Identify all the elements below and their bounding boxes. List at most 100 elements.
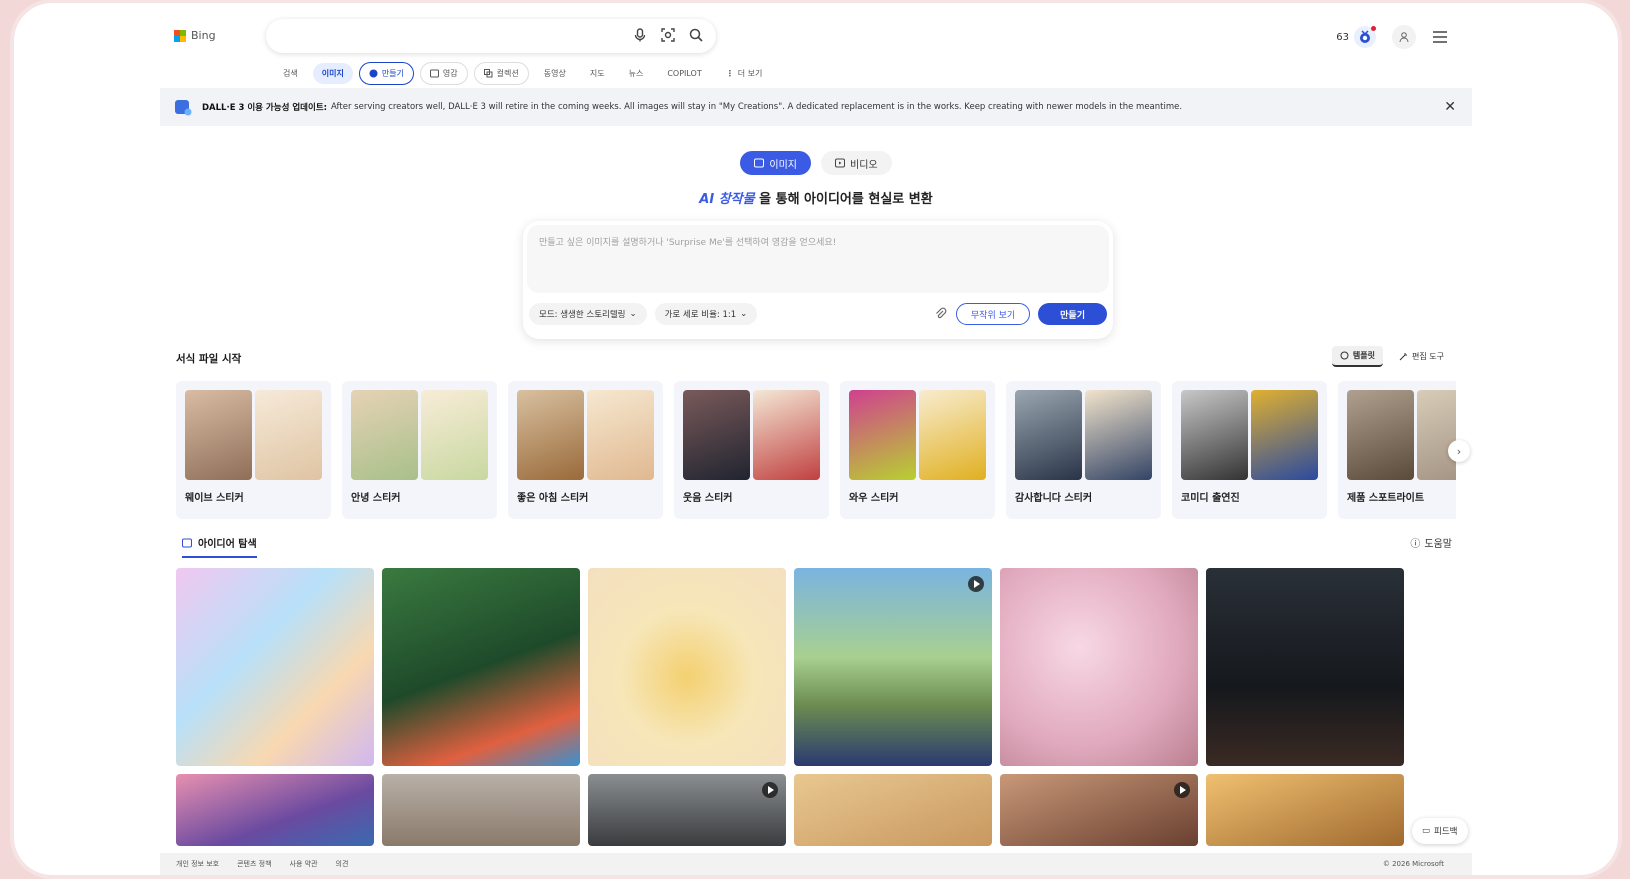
mode-video-button[interactable]: 비디오: [821, 151, 892, 175]
carousel-next-button[interactable]: ›: [1448, 440, 1470, 462]
template-label: 웃음 스티커: [683, 493, 733, 504]
mode-video-label: 비디오: [850, 159, 878, 171]
template-label: 감사합니다 스티커: [1015, 493, 1093, 504]
play-icon: [1174, 782, 1190, 798]
copyright: © 2026 Microsoft: [1382, 860, 1444, 868]
nav-more[interactable]: ⋮ 더 보기: [717, 63, 772, 84]
template-card[interactable]: 좋은 아침 스티커: [508, 381, 663, 519]
mode-image-button[interactable]: 이미지: [740, 151, 811, 175]
footer-link-content-policy[interactable]: 콘텐츠 정책: [237, 859, 271, 869]
aspect-ratio-dropdown[interactable]: 가로 세로 비율: 1:1 ⌄: [654, 303, 758, 325]
footer-link-terms[interactable]: 사용 약관: [290, 859, 318, 869]
mode-switch: 이미지 비디오: [160, 151, 1472, 175]
prompt-input[interactable]: [527, 225, 1109, 293]
nav-collections[interactable]: 컬렉션: [473, 62, 529, 85]
gallery-image[interactable]: [1206, 568, 1404, 766]
gallery-image[interactable]: [176, 568, 374, 766]
template-label: 코미디 출연진: [1181, 493, 1240, 504]
account-avatar[interactable]: [1392, 25, 1416, 49]
nav-search[interactable]: 검색: [274, 63, 307, 84]
chat-bubble-icon: ▭: [1422, 826, 1431, 836]
tab-edit-tools-label: 편집 도구: [1412, 352, 1444, 361]
tab-edit-tools[interactable]: 편집 도구: [1391, 346, 1452, 367]
close-icon[interactable]: ✕: [1444, 99, 1456, 115]
gallery-image[interactable]: [794, 774, 992, 846]
template-card[interactable]: 와우 스티커: [840, 381, 995, 519]
mode-image-label: 이미지: [769, 159, 797, 171]
nav-create[interactable]: 만들기: [358, 62, 414, 85]
search-icon[interactable]: [688, 27, 704, 43]
gallery-image[interactable]: [382, 568, 580, 766]
nav-maps[interactable]: 지도: [581, 63, 614, 84]
template-photo: [1181, 390, 1248, 480]
more-dots-icon: ⋮: [725, 69, 734, 78]
help-link[interactable]: ⓘ 도움말: [1410, 535, 1452, 550]
template-photo: [351, 390, 418, 480]
gallery-image[interactable]: [176, 774, 374, 846]
template-photo: [185, 390, 252, 480]
visual-search-icon[interactable]: [660, 27, 676, 43]
nav-inspiration[interactable]: 영감: [419, 62, 468, 85]
paperclip-icon[interactable]: [934, 307, 948, 321]
template-card[interactable]: 감사합니다 스티커: [1006, 381, 1161, 519]
search-box[interactable]: [266, 19, 716, 53]
footer-link-privacy[interactable]: 개인 정보 보호: [176, 859, 219, 869]
template-card[interactable]: 안녕 스티커: [342, 381, 497, 519]
template-card[interactable]: 코미디 출연진: [1172, 381, 1327, 519]
mode-dropdown[interactable]: 모드: 생생한 스토리텔링 ⌄: [529, 303, 647, 325]
magic-wand-icon: [1399, 353, 1408, 361]
chevron-right-icon: ›: [1456, 444, 1462, 458]
template-card[interactable]: 제품 스포트라이트: [1338, 381, 1456, 519]
banner-text: After serving creators well, DALL·E 3 wi…: [331, 102, 1183, 112]
tab-explore-ideas[interactable]: 아이디어 탐색: [182, 535, 257, 558]
headline-text: 을 통해 아이디어를 현실로 변환: [759, 192, 933, 207]
points-count: 63: [1336, 31, 1349, 43]
page-frame: Bing 63 검색 이미지 만들기 영감 컬렉션 동영상 지도 뉴스 COPI…: [14, 3, 1618, 875]
page-content: Bing 63 검색 이미지 만들기 영감 컬렉션 동영상 지도 뉴스 COPI…: [160, 3, 1472, 875]
template-photo: [683, 390, 750, 480]
nav-images[interactable]: 이미지: [312, 63, 353, 84]
template-card[interactable]: 웨이브 스티커: [176, 381, 331, 519]
chevron-down-icon: ⌄: [629, 309, 637, 319]
gallery-video[interactable]: [794, 568, 992, 766]
user-icon: [1399, 32, 1409, 43]
create-button[interactable]: 만들기: [1038, 303, 1107, 325]
nav-videos[interactable]: 동영상: [535, 63, 575, 84]
bing-logo[interactable]: Bing: [174, 29, 216, 42]
hamburger-menu-icon[interactable]: [1432, 30, 1448, 44]
gallery-video[interactable]: [588, 774, 786, 846]
template-icon: [1340, 351, 1349, 360]
mode-dropdown-label: 모드: 생생한 스토리텔링: [539, 310, 626, 320]
footer-link-feedback[interactable]: 의견: [336, 859, 349, 869]
gallery-image[interactable]: [1206, 774, 1404, 846]
template-photo: [1347, 390, 1414, 480]
rewards-medal-icon: [1354, 26, 1376, 48]
page-footer: 개인 정보 보호 콘텐츠 정책 사용 약관 의견 © 2026 Microsof…: [160, 853, 1472, 875]
gallery-image[interactable]: [382, 774, 580, 846]
surprise-me-button[interactable]: 무작위 보기: [955, 303, 1031, 325]
banner-title: DALL·E 3 이용 가능성 업데이트:: [202, 103, 328, 113]
create-icon: [369, 69, 378, 78]
page-headline: AI 창작물 을 통해 아이디어를 현실로 변환: [160, 188, 1472, 207]
gallery-image[interactable]: [588, 568, 786, 766]
gallery-image[interactable]: [1000, 568, 1198, 766]
template-carousel: 웨이브 스티커 안녕 스티커 좋은 아침 스티커 웃음 스티커 와우 스티커 감…: [176, 381, 1456, 519]
rewards-points[interactable]: 63: [1336, 26, 1376, 48]
nav-collections-label: 컬렉션: [496, 69, 519, 78]
nav-news[interactable]: 뉴스: [620, 63, 653, 84]
tab-templates-label: 템플릿: [1352, 351, 1376, 360]
prompt-panel: 모드: 생생한 스토리텔링 ⌄ 가로 세로 비율: 1:1 ⌄ 무작위 보기 만…: [523, 221, 1113, 339]
nav-inspiration-label: 영감: [442, 69, 458, 78]
template-card[interactable]: 웃음 스티커: [674, 381, 829, 519]
search-input[interactable]: [280, 27, 610, 45]
image-icon: [429, 69, 439, 78]
feedback-label: 피드백: [1434, 827, 1458, 837]
gallery-video[interactable]: [1000, 774, 1198, 846]
tab-templates[interactable]: 템플릿: [1331, 346, 1384, 367]
nav-copilot[interactable]: COPILOT: [658, 64, 710, 83]
feedback-button[interactable]: ▭ 피드백: [1412, 818, 1468, 844]
nav-create-label: 만들기: [381, 69, 404, 78]
templates-title: 서식 파일 시작: [176, 353, 242, 365]
microphone-icon[interactable]: [632, 27, 648, 43]
template-label: 웨이브 스티커: [185, 493, 244, 504]
